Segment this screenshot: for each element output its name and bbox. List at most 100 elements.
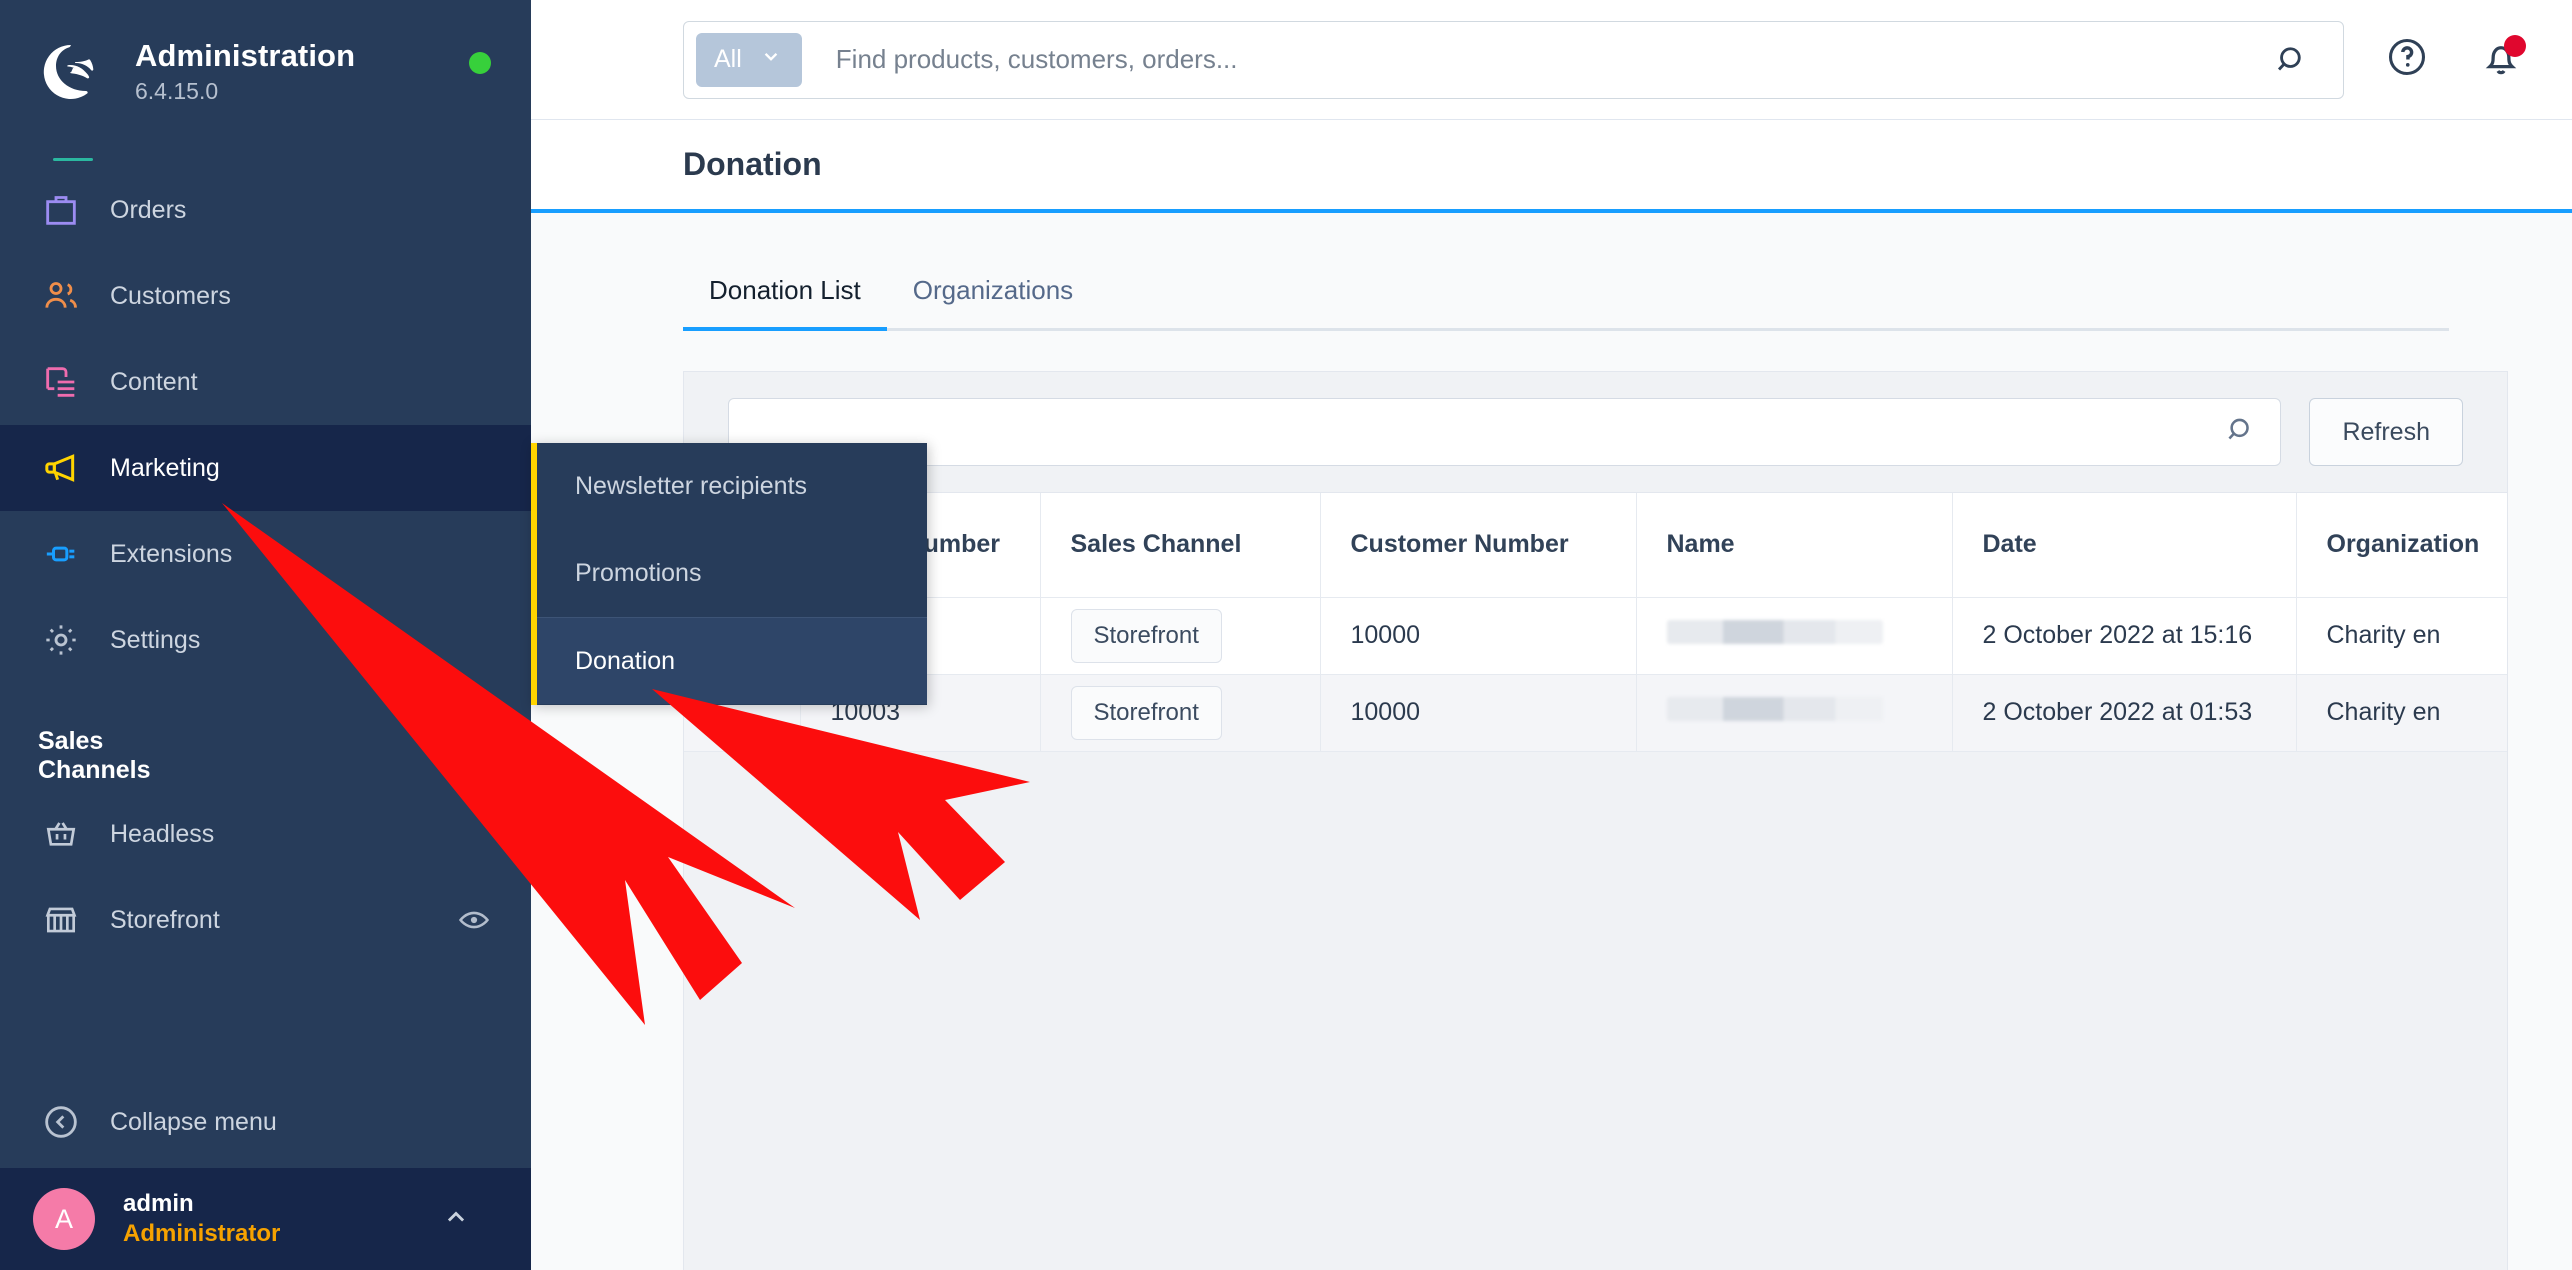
- donation-list-card: Refresh Order Number: [683, 371, 2508, 1270]
- refresh-button[interactable]: Refresh: [2309, 398, 2463, 466]
- sidebar-item-settings[interactable]: Settings: [0, 597, 531, 683]
- eye-icon[interactable]: [457, 903, 491, 937]
- app-version: 6.4.15.0: [135, 77, 219, 104]
- status-indicator: [469, 52, 491, 74]
- sidebar-item-label: Customers: [110, 281, 231, 310]
- sidebar-item-label: Headless: [110, 819, 215, 848]
- user-name: admin: [123, 1190, 194, 1217]
- cell-name: [1636, 674, 1953, 752]
- sales-channel-chip: Storefront: [1070, 608, 1222, 663]
- document-list-icon: [38, 359, 84, 405]
- redacted-name: [1666, 620, 1883, 644]
- column-header-organization[interactable]: Organization: [2296, 493, 2507, 598]
- sidebar-item-customers[interactable]: Customers: [0, 253, 531, 339]
- flyout-item-label: Promotions: [575, 559, 702, 587]
- list-toolbar: Refresh: [684, 372, 2507, 492]
- main-navigation: Orders Customers Content Marketing Exten…: [0, 167, 531, 683]
- sidebar-item-label: Content: [110, 367, 198, 396]
- cell-sales-channel: Storefront: [1040, 597, 1321, 675]
- avatar-initial: A: [54, 1203, 73, 1234]
- sidebar-item-extensions[interactable]: Extensions: [0, 511, 531, 597]
- flyout-item-newsletter-recipients[interactable]: Newsletter recipients: [537, 443, 927, 530]
- cell-organization: Charity en: [2296, 597, 2507, 675]
- search-input[interactable]: [801, 44, 2251, 75]
- table-header-row: Order Number Sales Channel Customer Numb…: [684, 493, 2507, 598]
- app-title: Administration: [135, 38, 356, 74]
- loading-spinner-icon: [507, 743, 531, 769]
- tab-donation-list[interactable]: Donation List: [683, 275, 887, 331]
- sidebar-item-marketing[interactable]: Marketing: [0, 425, 531, 511]
- collapse-menu-button[interactable]: Collapse menu: [0, 1076, 531, 1168]
- page-header: Donation: [531, 120, 2572, 213]
- user-meta: admin Administrator: [123, 1189, 280, 1249]
- redacted-name: [1666, 697, 1883, 721]
- sidebar: Administration 6.4.15.0 Orders Customers…: [0, 0, 531, 1270]
- cell-date: 2 October 2022 at 01:53: [1952, 674, 2297, 752]
- search-icon[interactable]: [2251, 41, 2333, 79]
- sidebar-item-headless[interactable]: Headless: [0, 791, 531, 877]
- gear-icon: [38, 617, 84, 663]
- tab-bar: Donation List Organizations: [531, 213, 2572, 331]
- flyout-item-promotions[interactable]: Promotions: [537, 530, 927, 617]
- collapse-menu-label: Collapse menu: [110, 1107, 277, 1136]
- tab-organizations[interactable]: Organizations: [887, 275, 1099, 328]
- basket-icon: [38, 811, 84, 857]
- sales-channels-label: Sales Channels: [38, 727, 151, 784]
- flyout-item-donation[interactable]: Donation: [537, 617, 927, 704]
- list-search[interactable]: [728, 398, 2282, 466]
- bag-icon: [38, 187, 84, 233]
- cell-name: [1636, 597, 1953, 675]
- column-header-sales-channel[interactable]: Sales Channel: [1040, 493, 1321, 598]
- cell-organization: Charity en: [2296, 674, 2507, 752]
- column-header-date[interactable]: Date: [1952, 493, 2297, 598]
- sidebar-item-label: Orders: [110, 195, 187, 224]
- avatar: A: [33, 1188, 95, 1250]
- cell-customer-number: 10000: [1320, 674, 1637, 752]
- search-scope-selector[interactable]: All: [696, 32, 802, 87]
- nav-divider: [53, 158, 93, 161]
- sales-channels-list: Headless Storefront: [0, 791, 531, 963]
- chevron-up-icon[interactable]: [439, 1200, 473, 1239]
- tab-row: Donation List Organizations: [683, 275, 2449, 331]
- chevron-down-icon: [758, 43, 784, 76]
- brand-text: Administration 6.4.15.0: [135, 38, 356, 105]
- table-body: 10005 Storefront 10000 2 October 2022 at…: [684, 597, 2507, 752]
- question-circle-icon: [2384, 34, 2430, 85]
- notifications-button[interactable]: [2470, 29, 2532, 91]
- marketing-flyout-menu: Newsletter recipients Promotions Donatio…: [531, 443, 927, 705]
- global-search[interactable]: All: [683, 20, 2344, 99]
- table-row[interactable]: 10005 Storefront 10000 2 October 2022 at…: [684, 597, 2507, 675]
- column-header-name[interactable]: Name: [1636, 493, 1953, 598]
- sales-channel-chip: Storefront: [1070, 685, 1222, 740]
- page-title: Donation: [683, 146, 822, 182]
- sales-channels-heading: Sales Channels: [0, 683, 531, 791]
- flyout-item-label: Newsletter recipients: [575, 472, 808, 500]
- admin-app: Administration 6.4.15.0 Orders Customers…: [0, 0, 2572, 1270]
- cell-sales-channel: Storefront: [1040, 674, 1321, 752]
- top-bar: All: [531, 0, 2572, 120]
- brand-header: Administration 6.4.15.0: [0, 0, 531, 118]
- user-bar[interactable]: A admin Administrator: [0, 1168, 531, 1270]
- column-header-customer-number[interactable]: Customer Number: [1320, 493, 1637, 598]
- notification-badge: [2504, 34, 2526, 57]
- cell-customer-number: 10000: [1320, 597, 1637, 675]
- plug-icon: [38, 531, 84, 577]
- flyout-item-label: Donation: [575, 646, 676, 675]
- sidebar-item-label: Storefront: [110, 905, 220, 934]
- table-row[interactable]: 10003 Storefront 10000 2 October 2022 at…: [684, 674, 2507, 752]
- chevron-left-circle-icon: [38, 1099, 84, 1145]
- users-icon: [38, 273, 84, 319]
- donation-grid: Order Number Sales Channel Customer Numb…: [684, 493, 2507, 752]
- sidebar-item-content[interactable]: Content: [0, 339, 531, 425]
- table-head: Order Number Sales Channel Customer Numb…: [684, 493, 2507, 598]
- search-icon[interactable]: [2224, 413, 2258, 452]
- donation-table: Order Number Sales Channel Customer Numb…: [684, 492, 2507, 752]
- sidebar-item-orders[interactable]: Orders: [0, 167, 531, 253]
- sidebar-item-storefront[interactable]: Storefront: [0, 877, 531, 963]
- tab-label: Organizations: [912, 275, 1074, 305]
- list-search-input[interactable]: [751, 417, 2225, 447]
- tab-label: Donation List: [709, 275, 861, 305]
- user-role: Administrator: [123, 1220, 281, 1247]
- help-button[interactable]: [2376, 29, 2438, 91]
